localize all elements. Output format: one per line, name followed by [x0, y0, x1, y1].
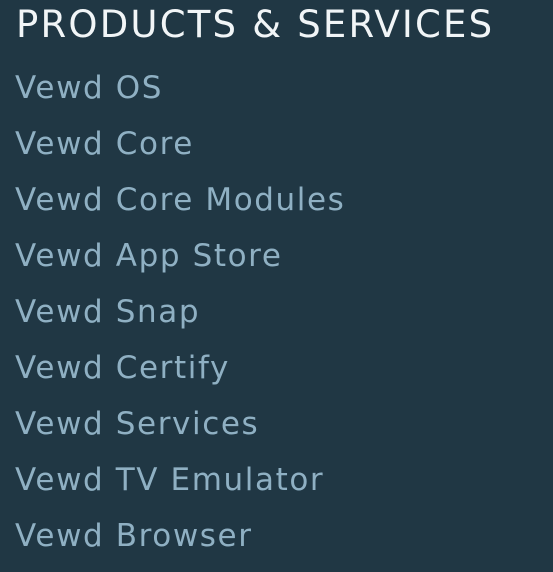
list-item: Vewd Certify	[15, 340, 345, 396]
link-vewd-os[interactable]: Vewd OS	[15, 70, 163, 106]
link-vewd-services[interactable]: Vewd Services	[15, 406, 259, 442]
link-vewd-snap[interactable]: Vewd Snap	[15, 294, 200, 330]
link-vewd-core-modules[interactable]: Vewd Core Modules	[15, 182, 345, 218]
section-heading: PRODUCTS & SERVICES	[16, 3, 495, 46]
list-item: Vewd Core	[15, 116, 345, 172]
list-item: Vewd OS	[15, 60, 345, 116]
list-item: Vewd Browser	[15, 508, 345, 564]
list-item: Vewd Snap	[15, 284, 345, 340]
products-link-list: Vewd OS Vewd Core Vewd Core Modules Vewd…	[15, 60, 345, 564]
link-vewd-app-store[interactable]: Vewd App Store	[15, 238, 283, 274]
link-vewd-core[interactable]: Vewd Core	[15, 126, 194, 162]
list-item: Vewd Core Modules	[15, 172, 345, 228]
list-item: Vewd App Store	[15, 228, 345, 284]
products-services-panel: PRODUCTS & SERVICES Vewd OS Vewd Core Ve…	[0, 0, 553, 572]
link-vewd-browser[interactable]: Vewd Browser	[15, 518, 253, 554]
list-item: Vewd TV Emulator	[15, 452, 345, 508]
link-vewd-certify[interactable]: Vewd Certify	[15, 350, 230, 386]
link-vewd-tv-emulator[interactable]: Vewd TV Emulator	[15, 462, 324, 498]
list-item: Vewd Services	[15, 396, 345, 452]
